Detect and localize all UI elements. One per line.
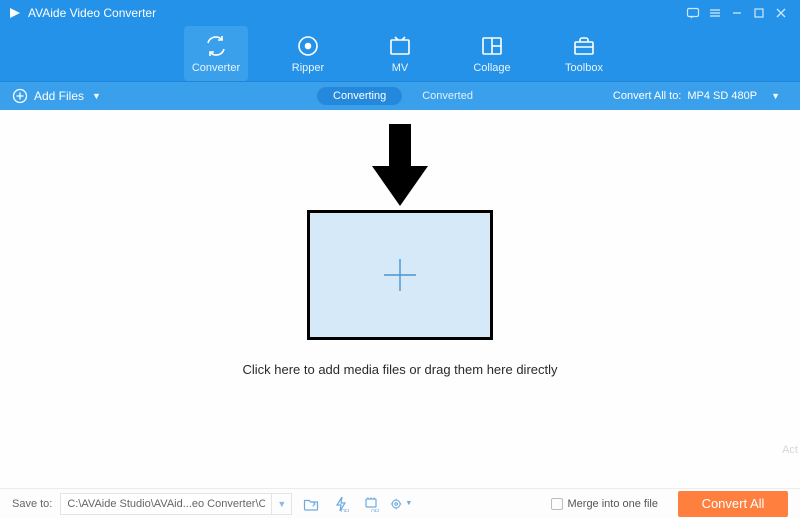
footer-bar: Save to: ▼ OFF OFF ▼ Merge into one file… (0, 488, 800, 518)
tab-label: Toolbox (565, 62, 603, 74)
merge-label: Merge into one file (568, 498, 659, 510)
format-dropdown[interactable]: MP4 SD 480P ▼ (687, 89, 788, 103)
tab-label: MV (392, 62, 409, 74)
add-files-label: Add Files (34, 89, 84, 103)
checkbox-icon (551, 498, 563, 510)
hardware-accel-button[interactable]: OFF (330, 494, 352, 514)
chevron-down-icon: ▼ (763, 89, 788, 103)
gpu-accel-button[interactable]: OFF (360, 494, 382, 514)
toolbox-icon (572, 34, 596, 58)
plus-circle-icon (12, 88, 28, 104)
converted-tab[interactable]: Converted (412, 87, 483, 105)
chevron-down-icon: ▼ (92, 91, 101, 101)
svg-text:OFF: OFF (341, 509, 349, 512)
chevron-down-icon: ▼ (405, 500, 412, 507)
menu-icon[interactable] (704, 2, 726, 24)
tab-mv[interactable]: MV (368, 26, 432, 81)
tab-label: Collage (473, 62, 510, 74)
plus-icon (378, 253, 422, 297)
tab-toolbox[interactable]: Toolbox (552, 26, 616, 81)
settings-button[interactable]: ▼ (390, 494, 412, 514)
tab-ripper[interactable]: Ripper (276, 26, 340, 81)
feedback-icon[interactable] (682, 2, 704, 24)
drop-area: Click here to add media files or drag th… (0, 110, 800, 488)
save-to-label: Save to: (12, 498, 52, 510)
collage-icon (480, 34, 504, 58)
ripper-icon (296, 34, 320, 58)
svg-text:OFF: OFF (371, 509, 379, 512)
sub-bar: Add Files ▼ Converting Converted Convert… (0, 82, 800, 110)
save-path-dropdown[interactable]: ▼ (271, 494, 291, 514)
title-bar: AVAide Video Converter (0, 0, 800, 26)
maximize-icon[interactable] (748, 2, 770, 24)
minimize-icon[interactable] (726, 2, 748, 24)
save-path-box: ▼ (60, 493, 292, 515)
add-files-button[interactable]: Add Files ▼ (12, 88, 101, 104)
watermark: Act (782, 444, 798, 456)
mv-icon (388, 34, 412, 58)
app-title: AVAide Video Converter (28, 6, 156, 20)
format-selected: MP4 SD 480P (687, 90, 757, 102)
tab-converter[interactable]: Converter (184, 26, 248, 81)
add-media-dropzone[interactable] (307, 210, 493, 340)
converter-icon (204, 34, 228, 58)
main-tabs: Converter Ripper MV Collage Toolbox (0, 26, 800, 82)
save-path-input[interactable] (61, 494, 271, 514)
open-folder-button[interactable] (300, 494, 322, 514)
tab-label: Ripper (292, 62, 324, 74)
drop-hint: Click here to add media files or drag th… (0, 362, 800, 377)
close-icon[interactable] (770, 2, 792, 24)
tab-label: Converter (192, 62, 240, 74)
convert-all-to-label: Convert All to: (613, 90, 681, 102)
tab-collage[interactable]: Collage (460, 26, 524, 81)
convert-all-button[interactable]: Convert All (678, 491, 788, 517)
app-logo-icon (8, 6, 22, 20)
converting-tab[interactable]: Converting (317, 87, 402, 105)
merge-checkbox[interactable]: Merge into one file (551, 498, 659, 510)
arrow-down-icon (372, 124, 428, 215)
